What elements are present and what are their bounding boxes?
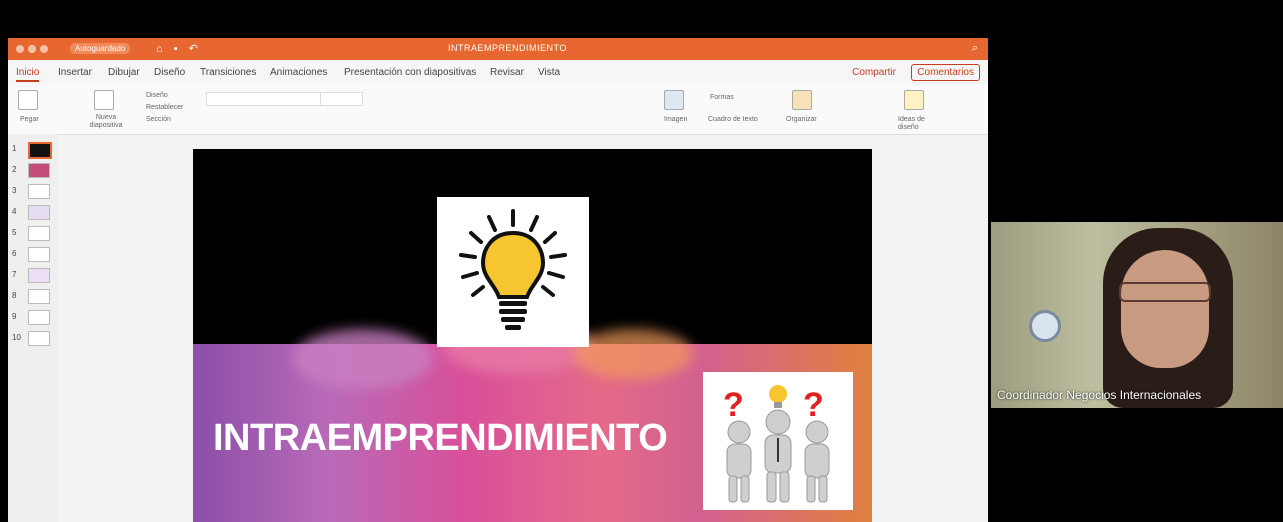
design-ideas-icon bbox=[904, 90, 924, 110]
participant-glasses bbox=[1119, 282, 1211, 302]
tab-diseno[interactable]: Diseño bbox=[154, 67, 185, 78]
thumbnail-image bbox=[28, 184, 50, 199]
slide-canvas[interactable]: INTRAEMPRENDIMIENTO ? ? bbox=[193, 149, 872, 522]
share-button[interactable]: Compartir bbox=[852, 67, 896, 78]
thumbnail-image bbox=[28, 163, 50, 178]
slide-number: 6 bbox=[12, 249, 17, 258]
insert-image-button[interactable] bbox=[664, 90, 684, 110]
thinking-people-image: ? ? bbox=[703, 372, 853, 510]
paste-icon bbox=[18, 90, 38, 110]
minimize-window-button[interactable] bbox=[28, 45, 36, 53]
slide-thumbnail[interactable]: 1 bbox=[12, 142, 56, 159]
thumbnail-image bbox=[28, 268, 50, 283]
quick-access-toolbar[interactable]: ⌂ ▪ ↶ bbox=[156, 42, 202, 55]
ribbon-tabs: Inicio Insertar Dibujar Diseño Transicio… bbox=[8, 60, 988, 84]
color-cloud bbox=[293, 329, 433, 389]
slide-number: 8 bbox=[12, 291, 17, 300]
thumbnail-image bbox=[28, 247, 50, 262]
comments-button[interactable]: Comentarios bbox=[911, 64, 980, 81]
tab-transiciones[interactable]: Transiciones bbox=[200, 67, 256, 78]
thumbnail-image bbox=[28, 226, 50, 241]
font-name-select[interactable] bbox=[206, 92, 321, 106]
paste-label: Pegar bbox=[20, 116, 39, 123]
slide-thumbnail[interactable]: 10 bbox=[12, 331, 56, 346]
svg-text:?: ? bbox=[803, 386, 824, 424]
design-ideas-label: Ideas de diseño bbox=[898, 116, 925, 131]
thumbnail-image bbox=[28, 205, 50, 220]
image-label: Imagen bbox=[664, 116, 688, 123]
tab-animaciones[interactable]: Animaciones bbox=[270, 67, 327, 78]
thumbnail-image bbox=[28, 310, 50, 325]
autosave-toggle[interactable]: Autoguardado bbox=[70, 43, 131, 54]
lightbulb-image bbox=[437, 197, 589, 347]
slide-number: 4 bbox=[12, 207, 17, 216]
thumbnail-image bbox=[28, 331, 50, 346]
svg-text:?: ? bbox=[723, 386, 744, 424]
slide-title: INTRAEMPRENDIMIENTO bbox=[213, 417, 668, 459]
thumbnail-image bbox=[28, 289, 50, 304]
document-title: INTRAEMPRENDIMIENTO bbox=[448, 43, 567, 53]
ribbon-toolbar: Pegar Nueva diapositiva Diseño Restablec… bbox=[8, 84, 988, 135]
slide-thumbnail[interactable]: 3 bbox=[12, 184, 56, 199]
slide-thumbnail[interactable]: 9 bbox=[12, 310, 56, 325]
arrange-label: Organizar bbox=[786, 116, 817, 123]
window-controls[interactable] bbox=[16, 45, 48, 53]
reset-button[interactable]: Restablecer bbox=[146, 104, 183, 111]
font-size-select[interactable] bbox=[320, 92, 363, 106]
tab-dibujar[interactable]: Dibujar bbox=[108, 67, 140, 78]
participant-face bbox=[1121, 250, 1209, 368]
thumbnail-image bbox=[28, 142, 52, 159]
design-ideas-button[interactable] bbox=[904, 90, 924, 110]
meeting-screen: Autoguardado ⌂ ▪ ↶ INTRAEMPRENDIMIENTO ⌕… bbox=[0, 0, 1283, 522]
slide-number: 1 bbox=[12, 144, 17, 153]
slide-number: 10 bbox=[12, 333, 21, 342]
tab-presentacion[interactable]: Presentación con diapositivas bbox=[344, 67, 476, 78]
slide-number: 2 bbox=[12, 165, 17, 174]
arrange-button[interactable] bbox=[792, 90, 812, 110]
shapes-button[interactable]: Formas bbox=[710, 94, 734, 101]
slide-number: 9 bbox=[12, 312, 17, 321]
image-icon bbox=[664, 90, 684, 110]
slide-number: 3 bbox=[12, 186, 17, 195]
tab-revisar[interactable]: Revisar bbox=[490, 67, 524, 78]
slide-number: 7 bbox=[12, 270, 17, 279]
text-box-button[interactable]: Cuadro de texto bbox=[708, 116, 758, 123]
layout-button[interactable]: Diseño bbox=[146, 92, 168, 99]
slide-thumbnail[interactable]: 8 bbox=[12, 289, 56, 304]
slide-thumbnail[interactable]: 2 bbox=[12, 163, 56, 178]
arrange-icon bbox=[792, 90, 812, 110]
zoom-window-button[interactable] bbox=[40, 45, 48, 53]
lightbulb-icon bbox=[459, 209, 567, 330]
slide-thumbnail[interactable]: 6 bbox=[12, 247, 56, 262]
webcam-object bbox=[1029, 310, 1061, 342]
slide-thumbnail[interactable]: 4 bbox=[12, 205, 56, 220]
paste-button[interactable] bbox=[18, 90, 38, 110]
color-cloud bbox=[573, 329, 693, 379]
slide-thumbnail[interactable]: 7 bbox=[12, 268, 56, 283]
participant-name-label: Coordinador Negocios Internacionales bbox=[997, 388, 1202, 402]
title-bar: Autoguardado ⌂ ▪ ↶ INTRAEMPRENDIMIENTO ⌕ bbox=[8, 38, 988, 60]
slide-thumbnail-panel: 1 2 3 4 5 6 7 8 9 10 bbox=[8, 134, 58, 522]
shared-screen-powerpoint: Autoguardado ⌂ ▪ ↶ INTRAEMPRENDIMIENTO ⌕… bbox=[8, 38, 988, 522]
tab-vista[interactable]: Vista bbox=[538, 67, 560, 78]
participant-video[interactable]: Coordinador Negocios Internacionales bbox=[991, 222, 1283, 408]
new-slide-button[interactable] bbox=[94, 90, 114, 110]
close-window-button[interactable] bbox=[16, 45, 24, 53]
search-icon[interactable]: ⌕ bbox=[972, 42, 978, 55]
section-button[interactable]: Sección bbox=[146, 116, 171, 123]
tab-inicio[interactable]: Inicio bbox=[16, 67, 40, 82]
tab-insertar[interactable]: Insertar bbox=[58, 67, 92, 78]
new-slide-icon bbox=[94, 90, 114, 110]
slide-number: 5 bbox=[12, 228, 17, 237]
people-question-icon: ? ? bbox=[723, 385, 830, 503]
new-slide-label: Nueva diapositiva bbox=[89, 114, 123, 129]
slide-thumbnail[interactable]: 5 bbox=[12, 226, 56, 241]
